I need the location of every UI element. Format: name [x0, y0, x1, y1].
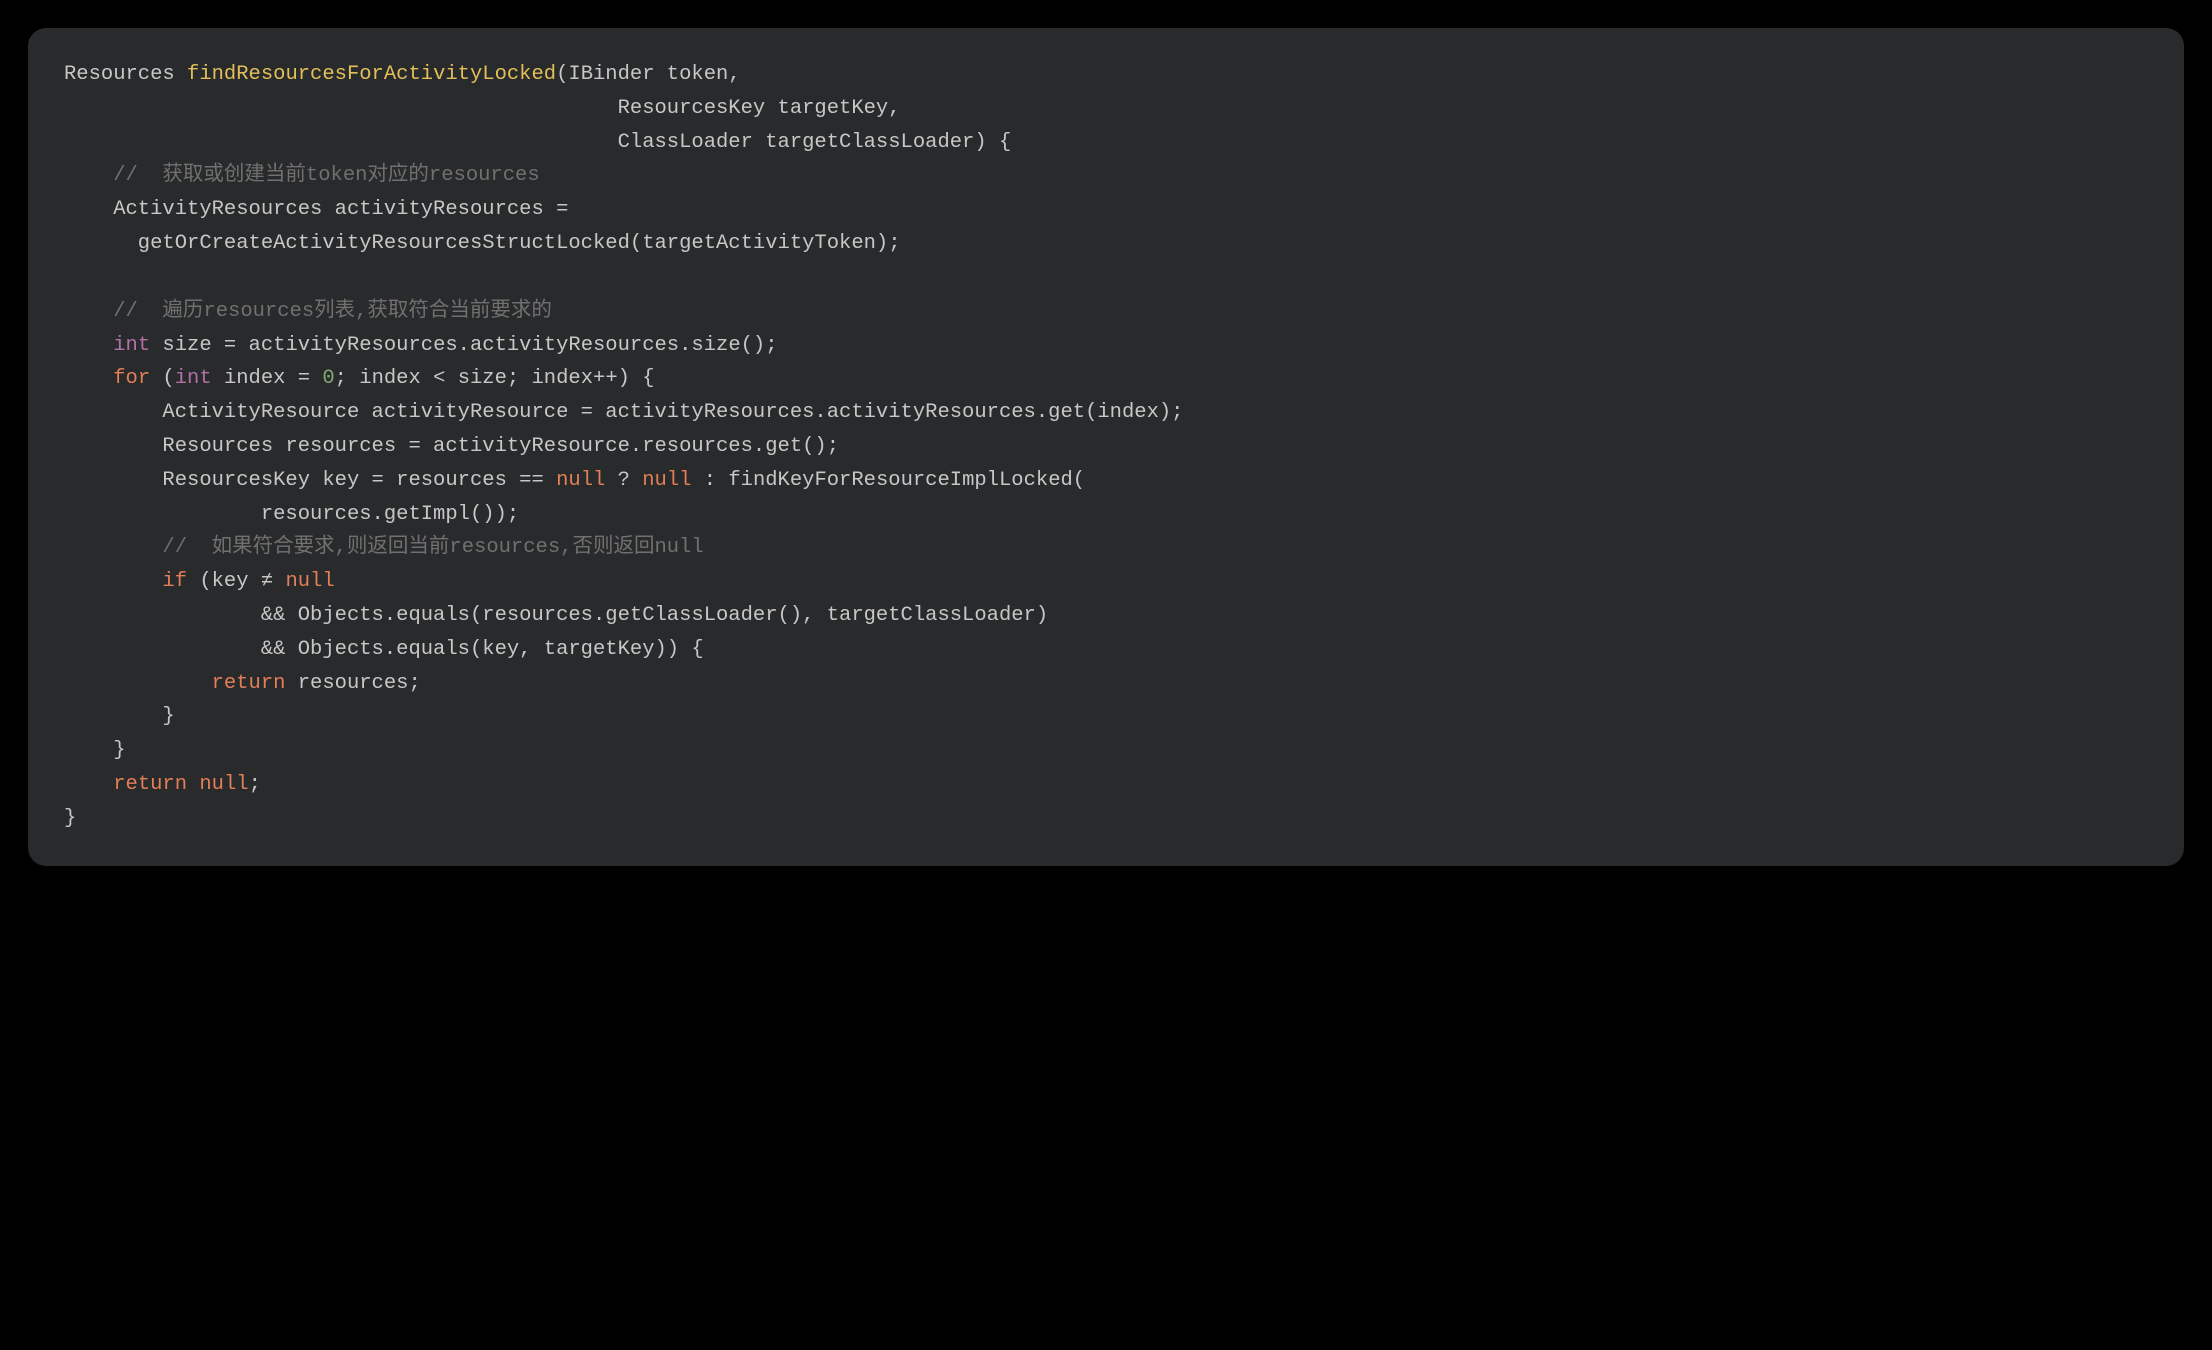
code-token: if [162, 570, 187, 593]
code-token: null [199, 773, 248, 796]
code-token [64, 334, 113, 357]
code-token: (IBinder token, [556, 63, 741, 86]
code-token: findResourcesForActivityLocked [187, 63, 556, 86]
code-token: index = [212, 367, 323, 390]
code-token [64, 570, 162, 593]
code-token: int [175, 367, 212, 390]
code-token: resources; [285, 672, 420, 695]
code-token: ( [150, 367, 175, 390]
code-token: 0 [322, 367, 334, 390]
code-token: return [212, 672, 286, 695]
code-token [64, 672, 212, 695]
code-token: ActivityResource activityResource = acti… [64, 401, 1183, 424]
code-token: return [113, 773, 187, 796]
code-token: Resources [64, 63, 187, 86]
code-panel: Resources findResourcesForActivityLocked… [28, 28, 2184, 866]
code-token [64, 367, 113, 390]
code-token: Resources resources = activityResource.r… [64, 435, 839, 458]
code-token: ResourcesKey targetKey, [64, 97, 901, 120]
code-block: Resources findResourcesForActivityLocked… [64, 58, 2148, 836]
code-token: null [642, 469, 691, 492]
code-token: size = activityResources.activityResourc… [150, 334, 777, 357]
code-token: ActivityResources activityResources = [64, 198, 568, 221]
code-token: && Objects.equals(key, targetKey)) { [64, 638, 704, 661]
code-token: ; index < size; index++) { [335, 367, 655, 390]
code-token: // 遍历resources列表,获取符合当前要求的 [64, 300, 552, 323]
code-token: } [64, 739, 126, 762]
code-token: } [64, 705, 175, 728]
code-token: for [113, 367, 150, 390]
code-token: // 如果符合要求,则返回当前resources,否则返回null [64, 536, 704, 559]
code-token: ResourcesKey key = resources == [64, 469, 556, 492]
code-token: && Objects.equals(resources.getClassLoad… [64, 604, 1048, 627]
code-token: // 获取或创建当前token对应的resources [64, 164, 540, 187]
code-token: resources.getImpl()); [64, 503, 519, 526]
code-token: (key ≠ [187, 570, 285, 593]
code-token: ClassLoader targetClassLoader) { [64, 131, 1011, 154]
code-token: int [113, 334, 150, 357]
code-token: null [285, 570, 334, 593]
code-token: ? [605, 469, 642, 492]
code-token: : findKeyForResourceImplLocked( [691, 469, 1085, 492]
code-token: null [556, 469, 605, 492]
code-token: ; [249, 773, 261, 796]
code-token [64, 773, 113, 796]
code-token: getOrCreateActivityResourcesStructLocked… [64, 232, 901, 255]
code-token [187, 773, 199, 796]
code-token: } [64, 807, 76, 830]
